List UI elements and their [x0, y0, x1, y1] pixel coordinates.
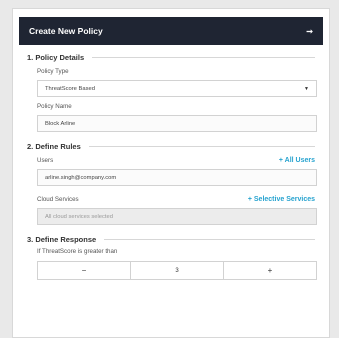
cloud-services-label: Cloud Services: [37, 196, 79, 203]
selective-services-link[interactable]: + Selective Services: [248, 196, 315, 203]
section-divider: [92, 57, 315, 58]
policy-name-input[interactable]: Block Arline: [37, 115, 317, 132]
decrement-button[interactable]: −: [38, 262, 130, 279]
increment-button[interactable]: +: [224, 262, 316, 279]
users-label-row: Users + All Users: [37, 157, 315, 164]
users-value: arline.singh@company.com: [45, 174, 117, 181]
chevron-down-icon: ▼: [304, 85, 309, 92]
panel-header[interactable]: Create New Policy ➞: [19, 17, 323, 45]
arrow-right-icon[interactable]: ➞: [306, 27, 313, 36]
create-policy-panel: Create New Policy ➞ 1. Policy Details Po…: [12, 8, 330, 338]
all-users-link[interactable]: + All Users: [279, 157, 315, 164]
cloud-services-value: All cloud services selected: [45, 213, 113, 220]
users-input[interactable]: arline.singh@company.com: [37, 169, 317, 186]
users-label: Users: [37, 157, 54, 164]
policy-type-select[interactable]: ThreatScore Based ▼: [37, 80, 317, 97]
policy-type-label-row: Policy Type: [37, 68, 315, 75]
threshold-stepper[interactable]: − 3 +: [37, 261, 317, 280]
cloud-services-label-row: Cloud Services + Selective Services: [37, 196, 315, 203]
section-define-response: 3. Define Response: [27, 235, 315, 244]
threshold-label-row: If ThreatScore is greater than: [37, 248, 315, 255]
section-policy-details: 1. Policy Details: [27, 53, 315, 62]
policy-type-value: ThreatScore Based: [45, 85, 95, 92]
section-define-rules: 2. Define Rules: [27, 142, 315, 151]
threshold-value[interactable]: 3: [130, 262, 224, 279]
section-divider: [104, 239, 315, 240]
section-title: 2. Define Rules: [27, 142, 81, 151]
threshold-label: If ThreatScore is greater than: [37, 248, 118, 255]
section-title: 1. Policy Details: [27, 53, 85, 62]
section-title: 3. Define Response: [27, 235, 97, 244]
policy-type-label: Policy Type: [37, 68, 69, 75]
panel-title: Create New Policy: [29, 26, 103, 36]
section-divider: [88, 146, 315, 147]
cloud-services-input[interactable]: All cloud services selected: [37, 208, 317, 225]
policy-name-label: Policy Name: [37, 103, 72, 110]
policy-name-value: Block Arline: [45, 120, 76, 127]
policy-name-label-row: Policy Name: [37, 103, 315, 110]
